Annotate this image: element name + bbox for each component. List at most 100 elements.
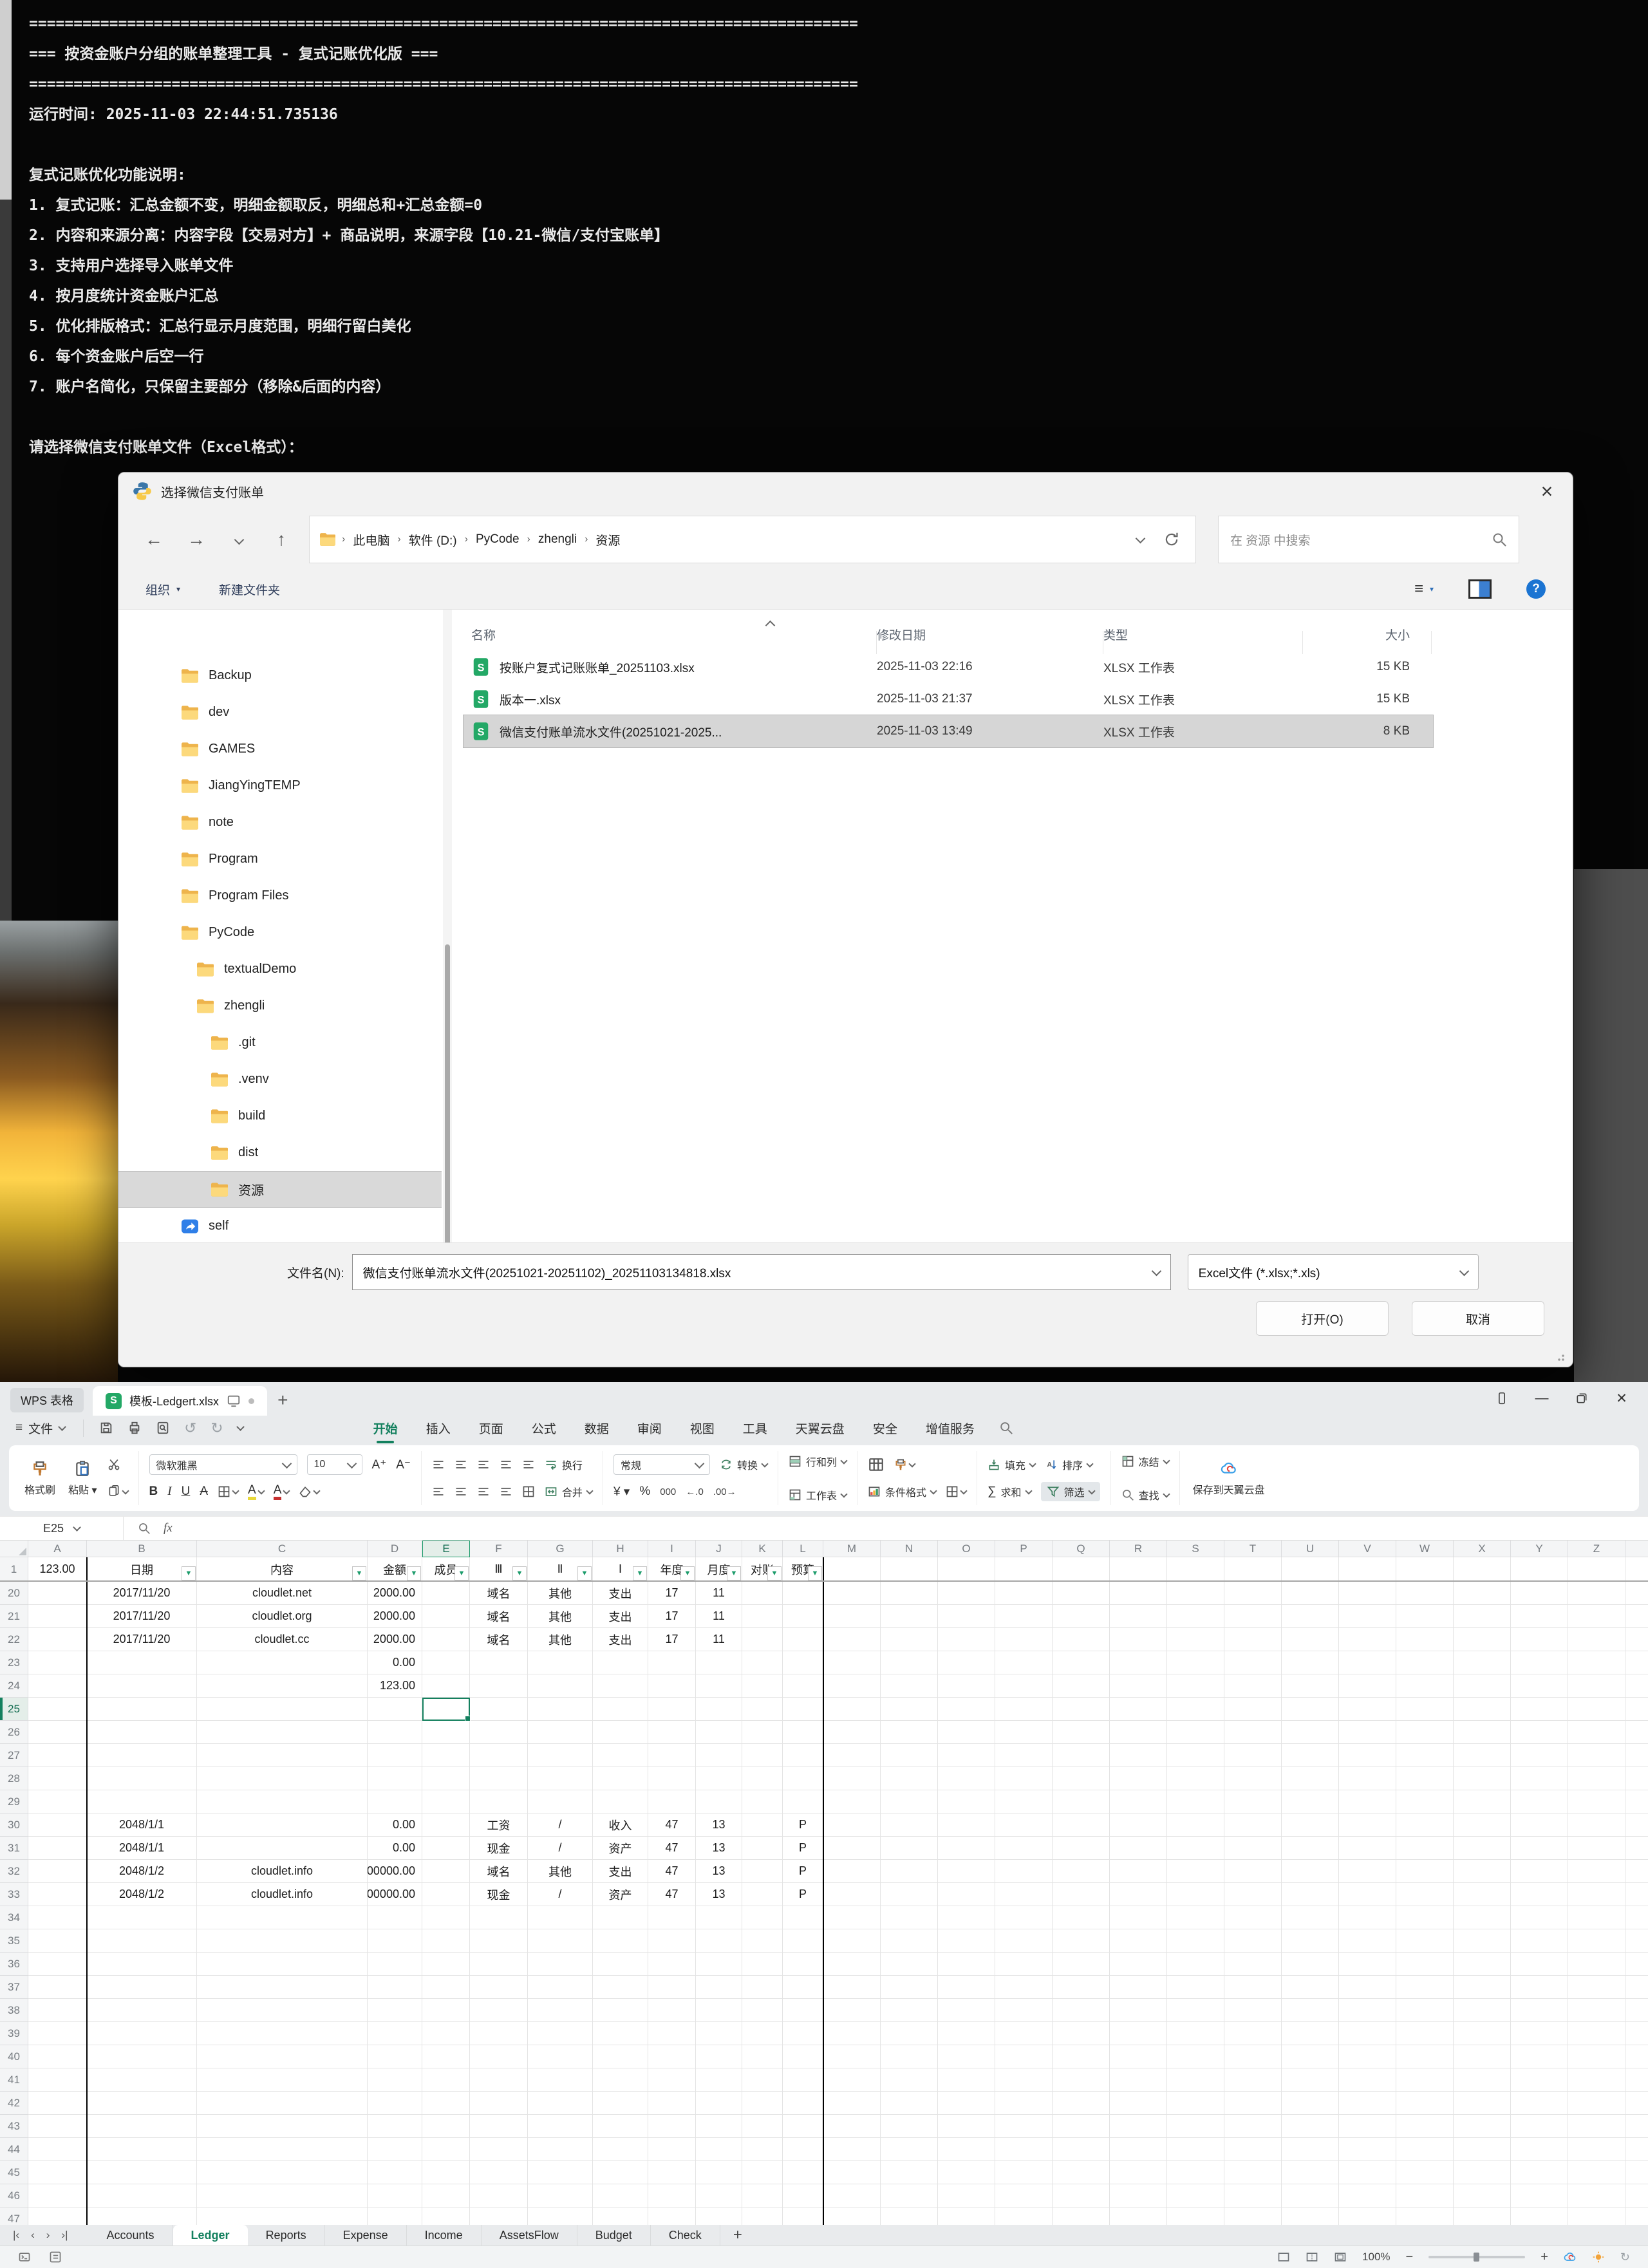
cell-S42[interactable]: [1167, 2092, 1224, 2115]
cell-V43[interactable]: [1339, 2115, 1396, 2138]
cell-U40[interactable]: [1282, 2045, 1339, 2068]
cell-I27[interactable]: [648, 1744, 696, 1767]
cell-X36[interactable]: [1454, 1953, 1511, 1976]
row-header-33[interactable]: 33: [0, 1883, 28, 1906]
cell-P28[interactable]: [995, 1767, 1053, 1790]
cell-H25[interactable]: [593, 1698, 648, 1721]
cell-N38[interactable]: [881, 1999, 938, 2022]
clear-format-button[interactable]: [299, 1485, 319, 1498]
row-header-25[interactable]: 25: [0, 1698, 28, 1721]
cell-J44[interactable]: [696, 2138, 742, 2161]
resize-grip[interactable]: [1557, 1353, 1566, 1362]
cell-P41[interactable]: [995, 2068, 1053, 2092]
cell-Y41[interactable]: [1511, 2068, 1568, 2092]
cell-S21[interactable]: [1167, 1605, 1224, 1628]
cell-S44[interactable]: [1167, 2138, 1224, 2161]
zoom-slider[interactable]: [1428, 2256, 1525, 2258]
cell-O44[interactable]: [938, 2138, 995, 2161]
cell-X27[interactable]: [1454, 1744, 1511, 1767]
cell-J33[interactable]: 13: [696, 1883, 742, 1906]
cell-W26[interactable]: [1396, 1721, 1454, 1744]
cell-Z33[interactable]: [1568, 1883, 1625, 1906]
column-header-B[interactable]: B: [87, 1541, 197, 1557]
cell-R29[interactable]: [1110, 1790, 1167, 1813]
cell-U29[interactable]: [1282, 1790, 1339, 1813]
cell-J22[interactable]: 11: [696, 1628, 742, 1651]
cell-AA42[interactable]: [1625, 2092, 1648, 2115]
cell-R33[interactable]: [1110, 1883, 1167, 1906]
cell-V27[interactable]: [1339, 1744, 1396, 1767]
cell-U37[interactable]: [1282, 1976, 1339, 1999]
cell-T33[interactable]: [1224, 1883, 1282, 1906]
cell-E23[interactable]: [422, 1651, 470, 1674]
cell-H30[interactable]: 收入: [593, 1813, 648, 1837]
column-header-Q[interactable]: Q: [1053, 1541, 1110, 1557]
cell-S20[interactable]: [1167, 1582, 1224, 1605]
cell-AA34[interactable]: [1625, 1906, 1648, 1929]
cell-U47[interactable]: [1282, 2207, 1339, 2225]
cell-B28[interactable]: [87, 1767, 197, 1790]
breadcrumb-item[interactable]: zhengli: [532, 532, 583, 547]
cell-J24[interactable]: [696, 1674, 742, 1698]
normal-view-icon[interactable]: [1277, 2251, 1290, 2263]
column-header-Z[interactable]: Z: [1568, 1541, 1625, 1557]
cell-C33[interactable]: cloudlet.info: [197, 1883, 368, 1906]
cell-U32[interactable]: [1282, 1860, 1339, 1883]
cell-L37[interactable]: [783, 1976, 823, 1999]
eye-protect-icon[interactable]: [227, 1394, 241, 1408]
cell-B44[interactable]: [87, 2138, 197, 2161]
cell-M22[interactable]: [823, 1628, 881, 1651]
cell-W31[interactable]: [1396, 1837, 1454, 1860]
cell-V26[interactable]: [1339, 1721, 1396, 1744]
cell-V44[interactable]: [1339, 2138, 1396, 2161]
cell-E36[interactable]: [422, 1953, 470, 1976]
zoom-in-button[interactable]: +: [1540, 2250, 1548, 2265]
cell-G1[interactable]: Ⅱ▼: [528, 1557, 593, 1582]
sheet-tab-accounts[interactable]: Accounts: [89, 2225, 173, 2245]
cell-P43[interactable]: [995, 2115, 1053, 2138]
cell-Y34[interactable]: [1511, 1906, 1568, 1929]
cell-Y46[interactable]: [1511, 2184, 1568, 2207]
cell-R43[interactable]: [1110, 2115, 1167, 2138]
cell-R35[interactable]: [1110, 1929, 1167, 1953]
cell-S32[interactable]: [1167, 1860, 1224, 1883]
cell-S41[interactable]: [1167, 2068, 1224, 2092]
cell-O45[interactable]: [938, 2161, 995, 2184]
recent-locations-icon[interactable]: [219, 529, 259, 550]
cell-C47[interactable]: [197, 2207, 368, 2225]
cell-K39[interactable]: [742, 2022, 783, 2045]
cell-Q47[interactable]: [1053, 2207, 1110, 2225]
cell-S25[interactable]: [1167, 1698, 1224, 1721]
cell-K36[interactable]: [742, 1953, 783, 1976]
cell-D26[interactable]: [368, 1721, 422, 1744]
cell-R38[interactable]: [1110, 1999, 1167, 2022]
cell-A25[interactable]: [28, 1698, 87, 1721]
sidebar-item-games[interactable]: GAMES: [118, 731, 442, 767]
cell-V39[interactable]: [1339, 2022, 1396, 2045]
cell-N23[interactable]: [881, 1651, 938, 1674]
column-header-H[interactable]: H: [593, 1541, 648, 1557]
cell-S43[interactable]: [1167, 2115, 1224, 2138]
cell-V24[interactable]: [1339, 1674, 1396, 1698]
cell-G41[interactable]: [528, 2068, 593, 2092]
cell-B41[interactable]: [87, 2068, 197, 2092]
cell-I1[interactable]: 年度▼: [648, 1557, 696, 1582]
row-header-26[interactable]: 26: [0, 1721, 28, 1744]
cell-C25[interactable]: [197, 1698, 368, 1721]
font-size-select[interactable]: 10: [307, 1454, 362, 1475]
cell-Z47[interactable]: [1568, 2207, 1625, 2225]
cell-T39[interactable]: [1224, 2022, 1282, 2045]
cell-L38[interactable]: [783, 1999, 823, 2022]
cell-M20[interactable]: [823, 1582, 881, 1605]
wrap-text-button[interactable]: 换行: [545, 1457, 583, 1472]
cell-I41[interactable]: [648, 2068, 696, 2092]
cell-F43[interactable]: [470, 2115, 528, 2138]
cell-Y24[interactable]: [1511, 1674, 1568, 1698]
cell-P34[interactable]: [995, 1906, 1053, 1929]
cell-S40[interactable]: [1167, 2045, 1224, 2068]
cell-I32[interactable]: 47: [648, 1860, 696, 1883]
cell-A45[interactable]: [28, 2161, 87, 2184]
cell-M26[interactable]: [823, 1721, 881, 1744]
cell-A28[interactable]: [28, 1767, 87, 1790]
cell-A20[interactable]: [28, 1582, 87, 1605]
